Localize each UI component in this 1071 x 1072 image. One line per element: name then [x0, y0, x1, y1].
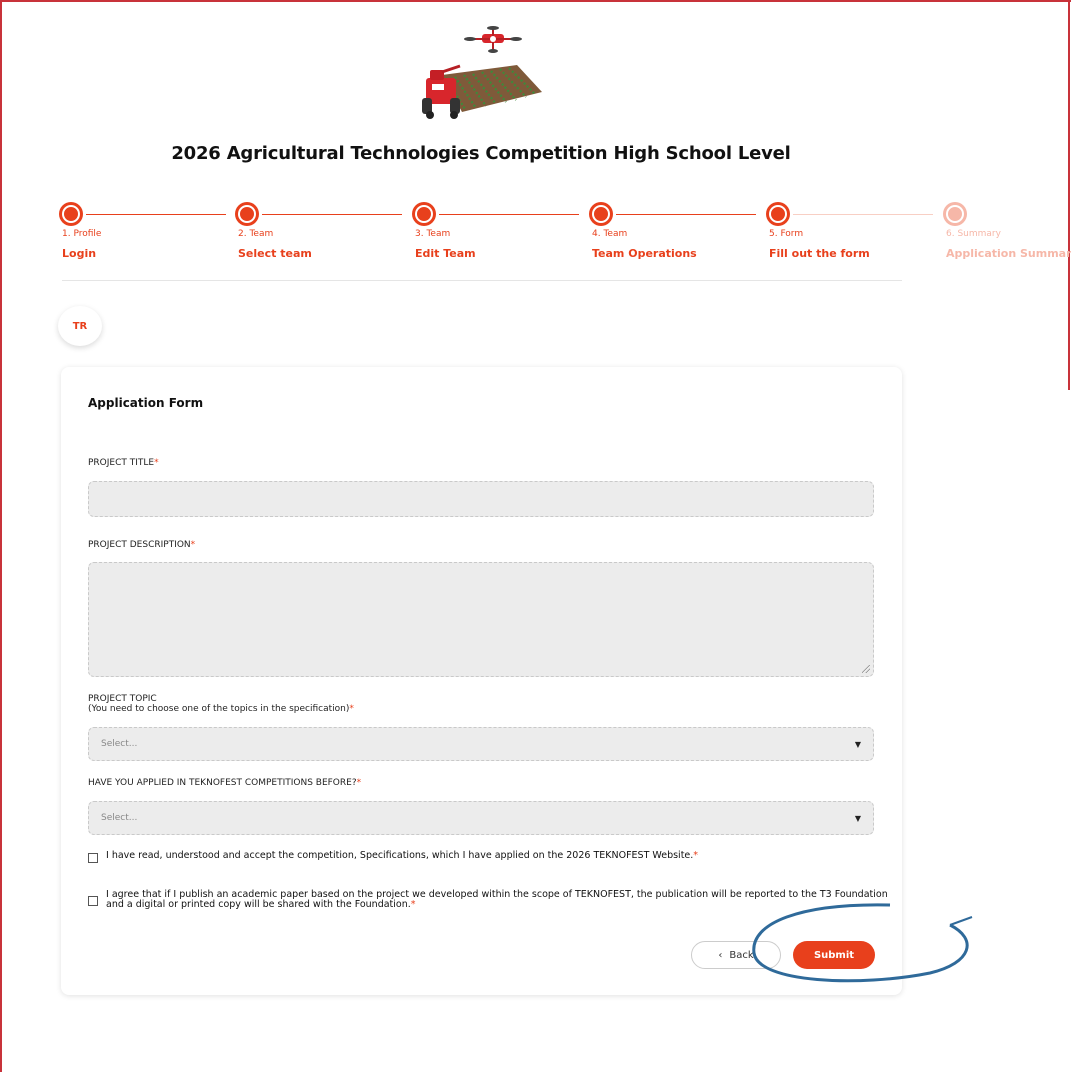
submit-button-label: Submit — [813, 949, 855, 961]
project-topic-select[interactable]: Select... ▼ — [88, 727, 874, 761]
step-label: Team Operations — [592, 247, 697, 260]
select-placeholder: Select... — [101, 739, 138, 749]
language-switch-button[interactable]: TR — [58, 306, 102, 346]
back-button[interactable]: ‹ Back — [691, 941, 781, 969]
select-placeholder: Select... — [101, 813, 138, 823]
caret-down-icon: ▼ — [854, 739, 861, 749]
project-topic-label: PROJECT TOPIC (You need to choose one of… — [88, 694, 354, 714]
application-form-card: Application Form PROJECT TITLE* PROJECT … — [61, 367, 902, 995]
agreement-publication-text: I agree that if I publish an academic pa… — [106, 889, 888, 910]
step-number: 4. Team — [592, 229, 628, 239]
step-label: Login — [62, 247, 97, 260]
step-label: Select team — [238, 247, 312, 260]
step-indicator-icon — [62, 205, 80, 223]
step-indicator-icon — [592, 205, 610, 223]
step-number: 2. Team — [238, 229, 274, 239]
project-title-label: PROJECT TITLE* — [88, 458, 159, 468]
step-connector — [262, 214, 402, 215]
agreement-specifications-row: I have read, understood and accept the c… — [88, 851, 896, 863]
step-indicator-icon — [415, 205, 433, 223]
project-title-input[interactable] — [88, 481, 874, 517]
project-description-textarea[interactable] — [88, 562, 874, 677]
step-label: Application Summary — [946, 247, 1071, 260]
step-indicator-icon — [238, 205, 256, 223]
step-connector — [793, 214, 933, 215]
applied-before-label: HAVE YOU APPLIED IN TEKNOFEST COMPETITIO… — [88, 778, 362, 788]
step-number: 3. Team — [415, 229, 451, 239]
caret-down-icon: ▼ — [854, 813, 861, 823]
step-indicator-icon — [769, 205, 787, 223]
step-number: 6. Summary — [946, 229, 1001, 239]
step-indicator-icon — [946, 205, 964, 223]
chevron-left-icon: ‹ — [718, 949, 723, 961]
step-connector — [86, 214, 226, 215]
form-title: Application Form — [88, 396, 204, 410]
step-connector — [439, 214, 579, 215]
resize-grip-icon[interactable] — [862, 665, 870, 673]
project-description-label: PROJECT DESCRIPTION* — [88, 540, 196, 550]
step-number: 1. Profile — [62, 229, 102, 239]
agreement-publication-row: I agree that if I publish an academic pa… — [88, 890, 896, 910]
page-title: 2026 Agricultural Technologies Competiti… — [171, 143, 791, 164]
applied-before-select[interactable]: Select... ▼ — [88, 801, 874, 835]
back-button-label: Back — [729, 949, 754, 961]
header-divider — [62, 280, 902, 281]
progress-stepper: 1. Profile Login 2. Team Select team 3. … — [0, 200, 1071, 270]
agreement-publication-checkbox[interactable] — [88, 896, 98, 906]
step-connector — [616, 214, 756, 215]
agricultural-robot-drone-icon — [422, 26, 542, 119]
agreement-specifications-checkbox[interactable] — [88, 853, 98, 863]
submit-button[interactable]: Submit — [793, 941, 875, 969]
step-label: Fill out the form — [769, 247, 870, 260]
step-label: Edit Team — [415, 247, 476, 260]
step-number: 5. Form — [769, 229, 804, 239]
agreement-specifications-text: I have read, understood and accept the c… — [106, 850, 699, 861]
